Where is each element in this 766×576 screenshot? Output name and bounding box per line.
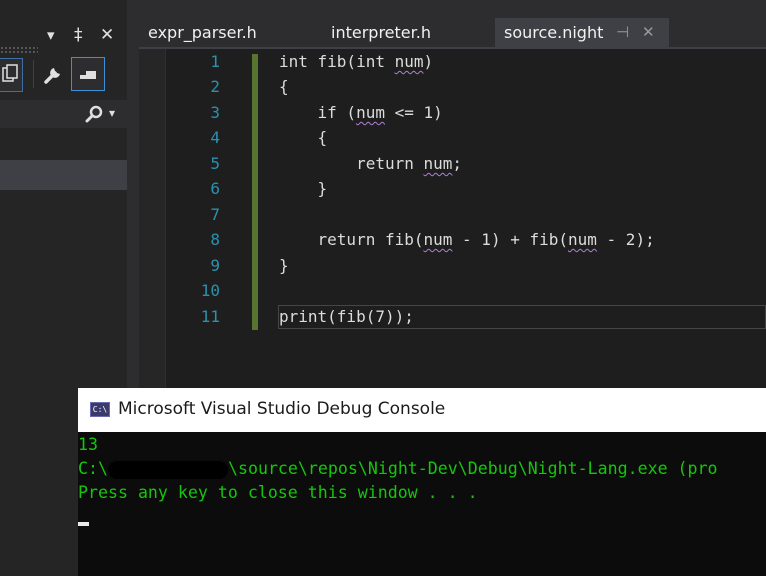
tab-source-night[interactable]: source.night ⊣ ✕ <box>495 18 669 47</box>
indicator-margin[interactable] <box>139 49 166 388</box>
close-icon[interactable]: ✕ <box>100 27 114 44</box>
squiggle-token[interactable]: num <box>568 230 597 249</box>
debug-console-window[interactable]: C:\ Microsoft Visual Studio Debug Consol… <box>78 388 766 576</box>
line-number: 6 <box>210 179 220 198</box>
toolbar-separator <box>33 60 34 88</box>
code-line[interactable]: int fib(int num) <box>279 52 433 71</box>
line-number: 7 <box>210 205 220 224</box>
tab-interpreter[interactable]: interpreter.h <box>322 18 442 47</box>
console-output-line: 13 <box>78 435 98 454</box>
code-line[interactable]: return fib(num - 1) + fib(num - 2); <box>279 230 655 249</box>
path-prefix: C:\ <box>78 459 108 478</box>
change-tracking-bar <box>252 54 258 330</box>
squiggle-token[interactable]: num <box>424 230 453 249</box>
tab-label: source.night <box>504 23 604 42</box>
line-number: 3 <box>210 103 220 122</box>
properties-icon-bar <box>80 75 96 79</box>
console-titlebar[interactable]: C:\ Microsoft Visual Studio Debug Consol… <box>78 388 766 432</box>
search-icon[interactable] <box>84 104 104 124</box>
line-number: 9 <box>210 256 220 275</box>
search-row[interactable]: ▾ <box>0 100 127 128</box>
code-editor[interactable]: 1 2 3 4 5 6 7 8 9 10 11 int fib(int num)… <box>139 49 766 388</box>
console-title: Microsoft Visual Studio Debug Console <box>118 399 446 419</box>
console-output-line: Press any key to close this window . . . <box>78 483 478 502</box>
code-line[interactable]: if (num <= 1) <box>279 103 443 122</box>
wrench-icon[interactable] <box>42 62 66 86</box>
drag-grip[interactable] <box>0 46 38 54</box>
code-line[interactable]: { <box>279 128 328 147</box>
line-number: 8 <box>210 230 220 249</box>
redaction-mark <box>107 460 228 479</box>
code-line[interactable]: } <box>279 179 328 198</box>
properties-button[interactable] <box>71 57 105 91</box>
line-number: 5 <box>210 154 220 173</box>
search-options-chevron-icon[interactable]: ▾ <box>109 105 115 121</box>
line-number: 1 <box>210 52 220 71</box>
code-line[interactable]: return num; <box>279 154 462 173</box>
squiggle-token[interactable]: num <box>356 103 385 122</box>
code-line[interactable]: { <box>279 77 289 96</box>
copy-button[interactable] <box>0 58 23 92</box>
pin-icon[interactable]: ⊣ <box>616 18 629 47</box>
line-number: 11 <box>200 307 220 326</box>
tab-expr-parser[interactable]: expr_parser.h <box>139 18 259 47</box>
console-cursor <box>78 522 89 526</box>
tab-label: interpreter.h <box>331 23 431 42</box>
code-line[interactable]: } <box>279 256 289 275</box>
tab-label: expr_parser.h <box>148 23 257 42</box>
squiggle-token[interactable]: num <box>424 154 453 173</box>
console-app-icon: C:\ <box>90 402 110 417</box>
copy-icon <box>2 64 18 82</box>
chevron-down-icon[interactable]: ▾ <box>47 27 55 43</box>
tool-window-titlebar: ▾ ‡ ✕ <box>0 18 127 54</box>
line-number: 2 <box>210 77 220 96</box>
line-number: 10 <box>200 281 220 300</box>
close-icon[interactable]: ✕ <box>642 18 655 47</box>
code-line[interactable]: print(fib(7)); <box>279 307 414 326</box>
path-suffix: \source\repos\Night-Dev\Debug\Night-Lang… <box>227 459 718 478</box>
selected-tree-row[interactable] <box>0 160 127 190</box>
line-number: 4 <box>210 128 220 147</box>
squiggle-token[interactable]: num <box>395 52 424 71</box>
document-tab-bar: expr_parser.h interpreter.h source.night… <box>139 0 766 47</box>
console-output-line: C:\ \source\repos\Night-Dev\Debug\Night-L… <box>78 459 718 479</box>
pin-icon[interactable]: ‡ <box>74 27 83 44</box>
